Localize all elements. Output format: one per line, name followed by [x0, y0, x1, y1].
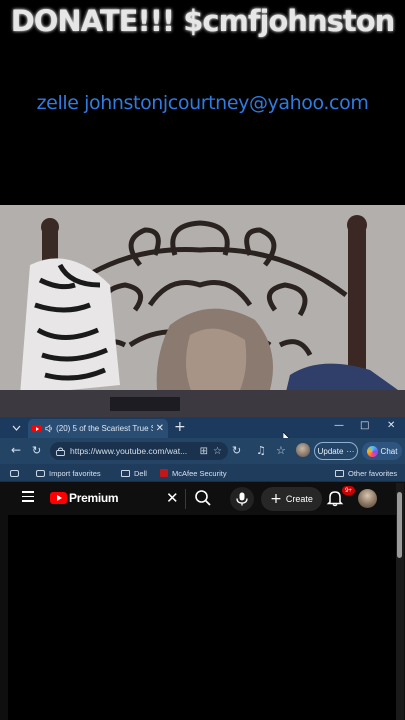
copilot-chat-button[interactable]: Chat: [362, 442, 402, 460]
refresh-icon[interactable]: ↻: [32, 444, 41, 457]
stream-overlay: DONATE!!! $cmfjohnston zelle johnstonjco…: [0, 0, 405, 205]
youtube-logo-icon[interactable]: [50, 492, 67, 504]
plus-icon: +: [270, 491, 282, 507]
favorites-bar-toggle[interactable]: [10, 466, 19, 480]
favorite-star-icon[interactable]: ☆: [213, 446, 222, 457]
youtube-favicon-icon: [32, 425, 42, 432]
update-more-icon: ···: [346, 446, 355, 456]
tab-youtube[interactable]: (20) 5 of the Scariest True Stories ✕: [28, 419, 168, 438]
url-text: https://www.youtube.com/wat...: [70, 446, 188, 456]
favorites-bar: Import favorites Dell McAfee Security Ot…: [0, 464, 405, 482]
tab-bar: (20) 5 of the Scariest True Stories ✕ + …: [0, 417, 405, 444]
fav-import-favorites[interactable]: Import favorites: [36, 466, 101, 480]
create-label: Create: [285, 494, 313, 504]
account-avatar[interactable]: [358, 489, 377, 508]
zelle-banner: zelle johnstonjcourtney@yahoo.com: [36, 92, 369, 114]
notification-count-badge: 9+: [342, 486, 355, 495]
youtube-premium-label[interactable]: Premium: [69, 491, 119, 505]
fav-mcafee-security[interactable]: McAfee Security: [160, 466, 227, 480]
folder-icon: [335, 469, 344, 477]
favorites-bar-icon: [10, 469, 19, 477]
search-clear-icon[interactable]: ✕: [166, 489, 179, 507]
read-aloud-icon[interactable]: ♫: [256, 444, 266, 457]
folder-icon: [121, 469, 130, 477]
maximize-button[interactable]: □: [360, 420, 369, 431]
mcafee-icon: [160, 469, 168, 477]
fav-label: Import favorites: [49, 468, 101, 478]
tab-title: (20) 5 of the Scariest True Stories: [56, 424, 153, 433]
fav-other-favorites[interactable]: Other favorites: [335, 466, 397, 480]
webcam-feed: [0, 205, 405, 417]
update-label: Update: [317, 446, 344, 456]
split-screen-icon[interactable]: ⊞: [200, 446, 208, 457]
search-icon[interactable]: [194, 489, 212, 507]
extensions-icon[interactable]: ↻: [232, 444, 241, 457]
close-window-button[interactable]: ✕: [387, 420, 395, 431]
site-info-icon[interactable]: [56, 447, 65, 456]
hamburger-menu-icon[interactable]: [22, 491, 34, 505]
url-field[interactable]: https://www.youtube.com/wat... ⊞ ☆: [50, 442, 228, 460]
webcam-scene: [0, 205, 405, 417]
youtube-header: Premium ✕ + Create 9+: [8, 483, 397, 515]
copilot-icon: [366, 445, 378, 457]
minimize-button[interactable]: —: [334, 420, 344, 431]
back-arrow-icon[interactable]: ←: [11, 443, 21, 457]
fav-label: McAfee Security: [172, 468, 227, 478]
new-tab-button[interactable]: +: [174, 419, 186, 435]
microphone-icon: [236, 492, 248, 506]
fav-dell[interactable]: Dell: [121, 466, 147, 480]
tab-actions-chevron-icon[interactable]: [9, 421, 23, 435]
favorites-icon[interactable]: ☆: [276, 444, 286, 457]
profile-avatar[interactable]: [296, 443, 310, 457]
create-button[interactable]: + Create: [261, 487, 322, 511]
tab-close-icon[interactable]: ✕: [156, 423, 164, 434]
fav-label: Other favorites: [348, 468, 398, 478]
speaker-icon[interactable]: [45, 424, 53, 433]
import-icon: [36, 469, 45, 477]
browser-window: (20) 5 of the Scariest True Stories ✕ + …: [0, 417, 405, 720]
chat-label: Chat: [380, 446, 398, 456]
update-button[interactable]: Update ···: [314, 442, 358, 460]
scrollbar-thumb[interactable]: [397, 492, 402, 558]
fav-label: Dell: [134, 468, 147, 478]
donate-banner: DONATE!!! $cmfjohnston: [10, 4, 396, 38]
voice-search-button[interactable]: [230, 487, 254, 511]
youtube-content-area: [8, 515, 397, 720]
search-divider: [185, 489, 186, 509]
address-bar: ← ↻ https://www.youtube.com/wat... ⊞ ☆ ↻…: [0, 438, 405, 464]
